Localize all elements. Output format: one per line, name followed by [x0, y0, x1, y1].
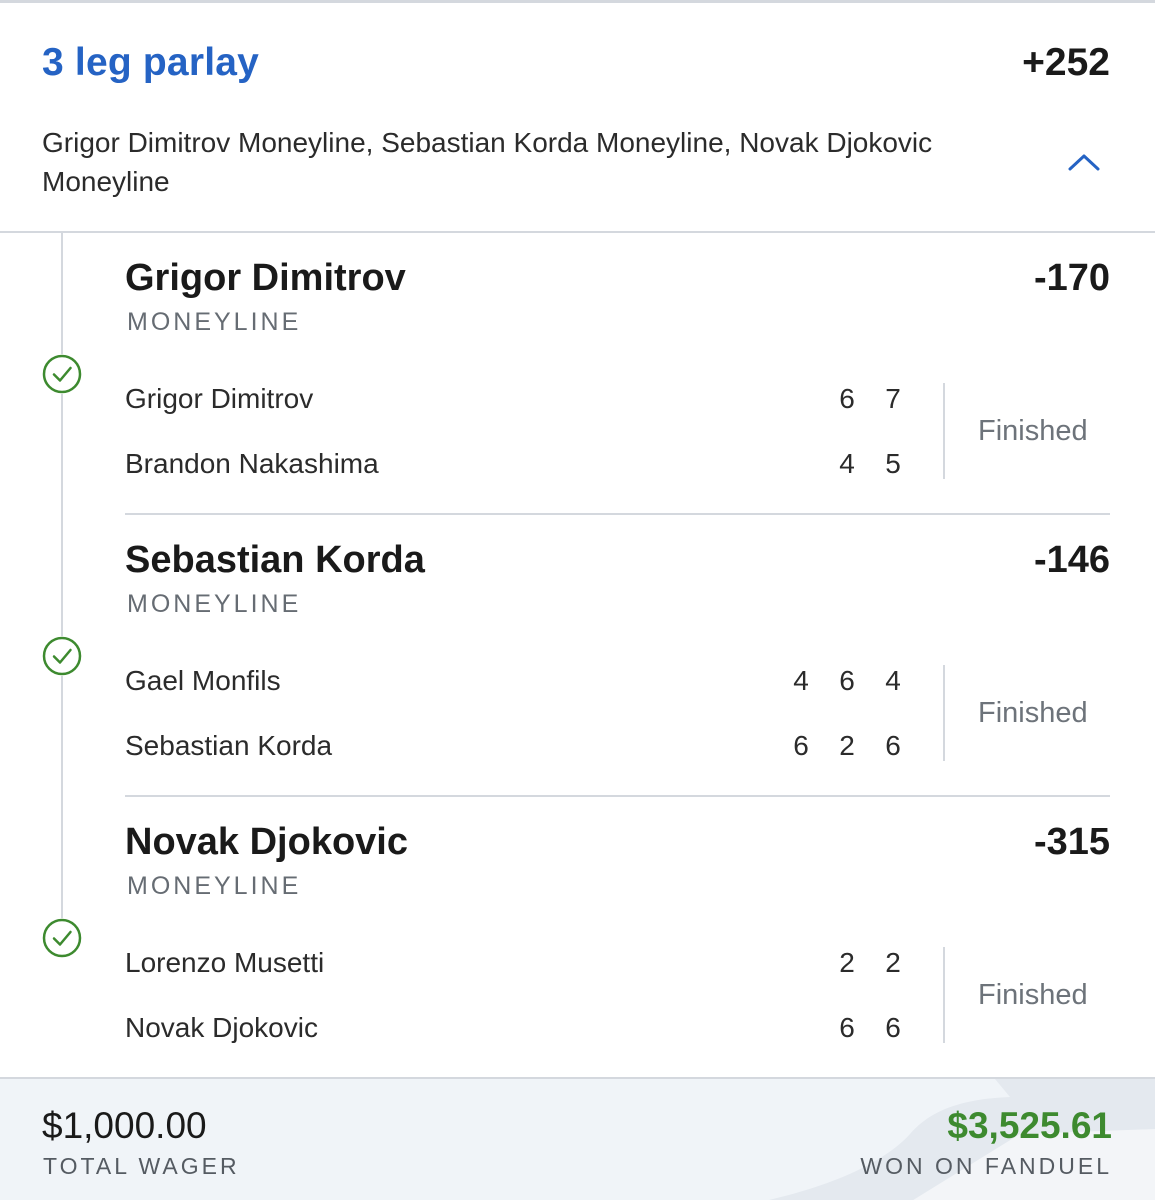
- set-score: 4: [839, 448, 855, 479]
- player-name: Lorenzo Musetti: [125, 947, 325, 978]
- leg-odds: -315: [1033, 821, 1110, 863]
- match-status: Finished: [978, 697, 1088, 729]
- leg-selection: Sebastian Korda: [125, 539, 425, 581]
- leg-market: MONEYLINE: [127, 308, 302, 336]
- leg-odds: -170: [1033, 257, 1110, 299]
- parlay-odds: +252: [1022, 41, 1110, 84]
- leg-market: MONEYLINE: [127, 590, 302, 618]
- player-name: Grigor Dimitrov: [125, 383, 314, 414]
- check-circle-icon: [42, 354, 82, 394]
- set-score: 2: [839, 947, 855, 978]
- leg-card[interactable]: Novak Djokovic -315 MONEYLINE Lorenzo Mu…: [125, 797, 1110, 1079]
- leg-card[interactable]: Grigor Dimitrov -170 MONEYLINE Grigor Di…: [125, 233, 1110, 515]
- score-divider: [943, 383, 945, 479]
- collapse-button[interactable]: [1062, 145, 1106, 179]
- player-name: Gael Monfils: [125, 665, 281, 696]
- set-score: 5: [885, 448, 901, 479]
- set-score: 6: [885, 730, 901, 761]
- won-amount: $3,525.61: [947, 1105, 1112, 1146]
- check-circle-icon: [42, 636, 82, 676]
- leg-selection: Grigor Dimitrov: [125, 257, 406, 299]
- set-score: 6: [839, 665, 855, 696]
- set-score: 7: [885, 383, 901, 414]
- bet-footer: $1,000.00 TOTAL WAGER $3,525.61 WON ON F…: [0, 1077, 1155, 1200]
- score-divider: [943, 947, 945, 1043]
- set-score: 2: [885, 947, 901, 978]
- won-label: WON ON FANDUEL: [860, 1153, 1112, 1179]
- set-score: 4: [793, 665, 809, 696]
- set-score: 6: [839, 1012, 855, 1043]
- player-name: Sebastian Korda: [125, 730, 333, 761]
- score-divider: [943, 665, 945, 761]
- check-circle-icon: [42, 918, 82, 958]
- set-score: 6: [885, 1012, 901, 1043]
- player-name: Brandon Nakashima: [125, 448, 379, 479]
- leg-card[interactable]: Sebastian Korda -146 MONEYLINE Gael Monf…: [125, 515, 1110, 797]
- set-score: 6: [839, 383, 855, 414]
- match-status: Finished: [978, 415, 1088, 447]
- set-score: 2: [839, 730, 855, 761]
- set-score: 4: [885, 665, 901, 696]
- parlay-title: 3 leg parlay: [42, 41, 260, 84]
- leg-selection: Novak Djokovic: [125, 821, 408, 863]
- leg-odds: -146: [1033, 539, 1110, 581]
- total-wager-amount: $1,000.00: [42, 1105, 207, 1146]
- parlay-header[interactable]: 3 leg parlay +252 Grigor Dimitrov Moneyl…: [0, 3, 1155, 233]
- player-name: Novak Djokovic: [125, 1012, 318, 1043]
- set-score: 6: [793, 730, 809, 761]
- match-status: Finished: [978, 979, 1088, 1011]
- leg-market: MONEYLINE: [127, 872, 302, 900]
- total-wager-label: TOTAL WAGER: [43, 1153, 240, 1179]
- parlay-summary: Grigor Dimitrov Moneyline, Sebastian Kor…: [42, 127, 933, 197]
- chevron-up-icon: [1068, 154, 1100, 171]
- leg-timeline: [61, 233, 63, 953]
